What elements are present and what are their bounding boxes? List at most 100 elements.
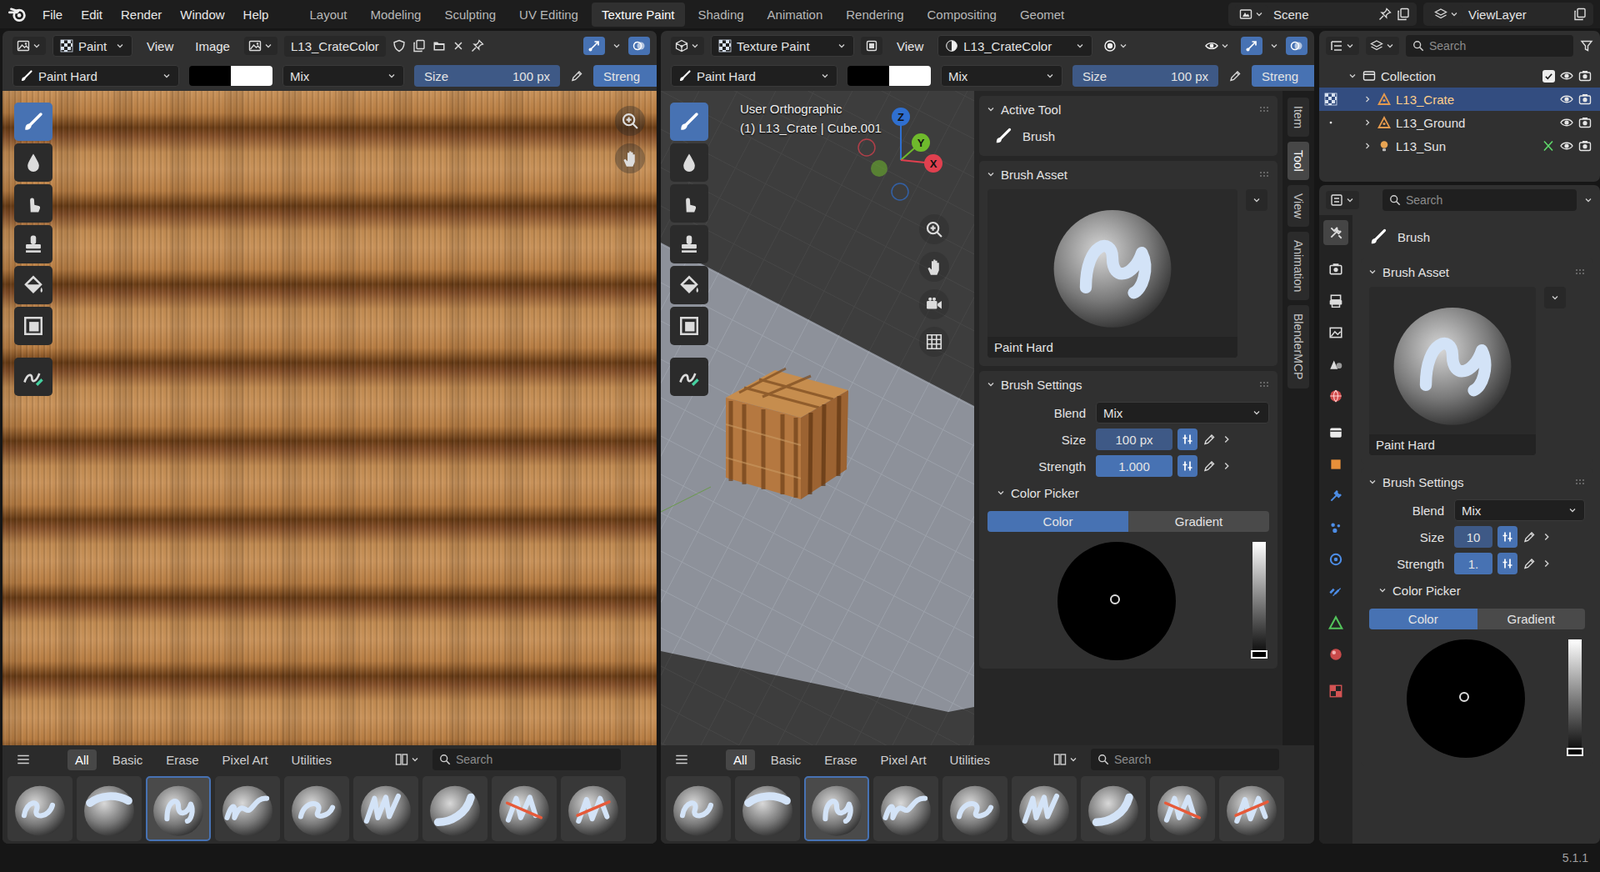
camera-view-button[interactable] [919,289,950,320]
gizmo-axis[interactable]: Z [891,107,910,126]
filter-icon[interactable] [1580,39,1594,53]
editor-type-button[interactable] [670,36,705,55]
workspace-tab[interactable]: Geomet [1010,2,1075,27]
outliner-row[interactable]: L13_Sun [1319,134,1600,158]
color-wheel[interactable] [1406,639,1525,758]
brush-asset-header[interactable]: Brush Asset [1360,258,1594,285]
collection-tab[interactable] [1323,420,1349,445]
display-mode-button[interactable] [1365,36,1400,55]
workspace-tab[interactable]: Animation [757,2,834,27]
size-pressure-button[interactable] [1177,428,1198,450]
tool-tab[interactable] [1323,220,1349,245]
chevron-down-icon[interactable] [611,40,622,51]
active-tool-header[interactable]: Active Tool [979,95,1278,123]
menu-icon[interactable] [15,751,31,767]
collection-row[interactable]: Collection [1319,64,1600,88]
brush-thumbnail[interactable] [422,775,488,841]
color-picker-header[interactable]: Color Picker [987,479,1270,506]
pin-icon[interactable] [470,39,485,53]
clone-tool[interactable] [14,225,53,264]
view-layer-browse-button[interactable] [1430,5,1464,24]
strength-field[interactable]: Streng [593,65,657,87]
workspace-tab[interactable]: Layout [299,2,357,27]
chevron-down-icon[interactable] [1583,195,1594,205]
view-layer-selector[interactable]: ViewLayer [1423,2,1594,26]
menu-item[interactable]: Render [113,4,170,25]
chevron-right-icon[interactable] [1362,140,1373,151]
brush-thumbnail[interactable] [1011,775,1077,841]
shelf-tab[interactable]: Pixel Art [215,749,276,770]
workspace-tab[interactable]: Sculpting [434,2,506,27]
scene-selector[interactable]: Scene [1228,2,1417,26]
brush-thumbnail[interactable] [76,775,142,841]
shelf-search[interactable] [432,748,621,770]
visibility-button[interactable] [1200,36,1235,55]
gizmo-axis[interactable]: X [924,154,943,173]
value-slider[interactable] [1568,639,1582,756]
gizmo-toggle[interactable] [583,36,605,55]
sidebar-tab[interactable]: Item [1287,97,1310,137]
brush-asset-card[interactable]: Paint Hard [987,189,1238,358]
chevron-down-icon[interactable] [1347,70,1358,81]
viewport-canvas[interactable]: User Orthographic(1) L13_Crate | Cube.00… [660,90,975,745]
pen-icon[interactable] [1202,459,1216,473]
brush-thumbnail[interactable] [735,775,800,841]
editor-type-button[interactable] [1325,36,1360,55]
mode-dropdown[interactable]: Texture Paint [710,35,855,57]
render-camera-icon[interactable] [1578,115,1592,130]
shelf-tab[interactable]: Utilities [942,749,998,770]
shelf-tab[interactable]: Erase [158,749,206,770]
secondary-color-swatch[interactable] [230,65,273,86]
render-camera-icon[interactable] [1578,139,1592,153]
grip-icon[interactable] [1573,265,1587,279]
sidebar-tab[interactable]: View [1287,185,1310,227]
brush-thumbnail[interactable] [353,775,419,841]
draw-tool[interactable] [670,102,709,141]
scene-browse-button[interactable] [1235,5,1269,24]
shelf-tab[interactable]: All [725,749,755,770]
pen-icon[interactable] [1202,432,1216,446]
data-tab[interactable] [1323,610,1349,635]
render-tab[interactable] [1323,256,1349,282]
chevron-right-icon[interactable] [1362,117,1373,128]
shelf-tab[interactable]: Utilities [284,749,340,770]
fill-tool[interactable] [670,265,709,305]
editor-type-button[interactable] [12,36,46,55]
properties-search[interactable] [1382,189,1577,211]
expand-icon[interactable] [1540,557,1553,570]
zoom-button[interactable] [615,105,645,136]
outliner-row[interactable]: L13_Crate [1319,87,1600,111]
menu-icon[interactable] [674,751,690,767]
blend-dropdown[interactable]: Mix [940,65,1063,87]
pen-pressure-icon[interactable] [1228,69,1242,83]
value-slider-handle[interactable] [1566,747,1584,756]
menu-item[interactable]: Edit [73,4,110,25]
blend-dropdown[interactable]: Mix [1454,499,1585,521]
brush-asset-menu-button[interactable] [1245,189,1268,211]
size-field[interactable]: 10 [1454,525,1493,548]
properties-search-input[interactable] [1405,193,1570,207]
pin-icon[interactable] [1378,7,1392,21]
size-field[interactable]: Size100 px [1072,65,1219,87]
exclude-checkbox[interactable] [1542,70,1555,83]
outliner-row[interactable]: L13_Ground [1319,110,1600,135]
brush-settings-header[interactable]: Brush Settings [1360,468,1594,495]
brush-thumbnail[interactable] [1150,775,1215,841]
primary-color-swatch[interactable] [189,65,231,86]
color-picker-header[interactable]: Color Picker [1369,576,1585,604]
annotate-tool[interactable] [14,357,53,396]
view-layer-name[interactable]: ViewLayer [1468,7,1569,22]
brush-asset-header[interactable]: Brush Asset [979,160,1278,188]
brush-thumbnail[interactable] [665,775,731,841]
blur-tool[interactable] [670,143,709,182]
workspace-tab[interactable]: UV Editing [509,2,589,27]
eye-icon[interactable] [1560,69,1574,83]
color-mode-tab[interactable]: Color [987,510,1129,532]
image-name-field[interactable]: L13_CrateColor [284,35,386,57]
shelf-tab[interactable]: Erase [816,749,865,770]
pen-icon[interactable] [1522,556,1536,570]
menu-item[interactable]: View [139,35,181,57]
pen-pressure-icon[interactable] [570,69,584,83]
new-view-layer-icon[interactable] [1573,7,1587,21]
brush-thumbnail[interactable] [1080,775,1146,841]
